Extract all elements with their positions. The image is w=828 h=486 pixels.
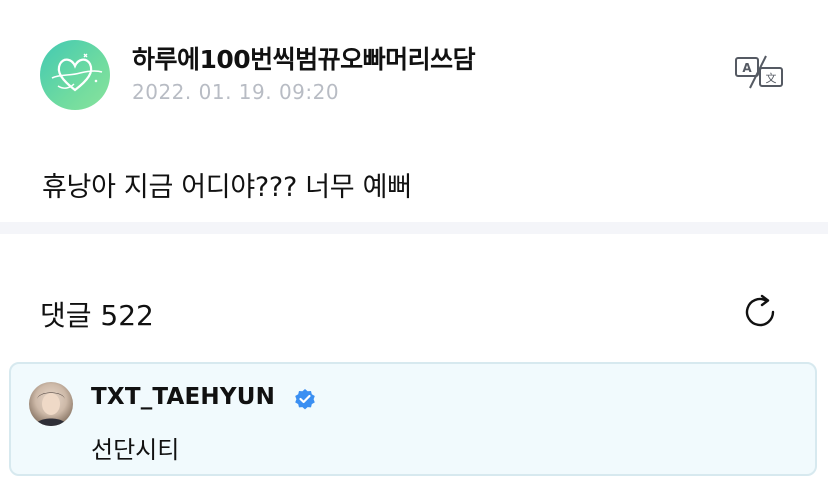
comment-text: 선단시티 [91, 436, 180, 464]
comment-card[interactable]: TXT_TAEHYUN 선단시티 [9, 362, 817, 476]
heart-doodle-icon [51, 53, 103, 92]
svg-text:文: 文 [766, 71, 777, 85]
refresh-button[interactable] [740, 292, 780, 332]
translate-icon: A 文 [735, 55, 783, 89]
post-body-text: 휴낭아 지금 어디야??? 너무 예뻐 [42, 172, 412, 203]
refresh-icon [745, 294, 775, 327]
post-header: 하루에100번씩범뀨오빠머리쓰담 2022. 01. 19. 09:20 A 文 [0, 0, 828, 140]
comment-author-name[interactable]: TXT_TAEHYUN [91, 384, 275, 410]
section-divider [0, 222, 828, 234]
post-date: 2022. 01. 19. 09:20 [132, 80, 340, 104]
svg-text:A: A [742, 61, 752, 75]
verified-badge-icon [293, 387, 317, 411]
commenter-avatar[interactable] [29, 382, 73, 426]
post-author-name[interactable]: 하루에100번씩범뀨오빠머리쓰담 [132, 40, 476, 76]
commenter-photo-icon [35, 392, 67, 426]
comments-count-title: 댓글 522 [40, 299, 154, 332]
translate-button[interactable]: A 文 [732, 52, 788, 92]
author-avatar[interactable] [40, 40, 110, 110]
